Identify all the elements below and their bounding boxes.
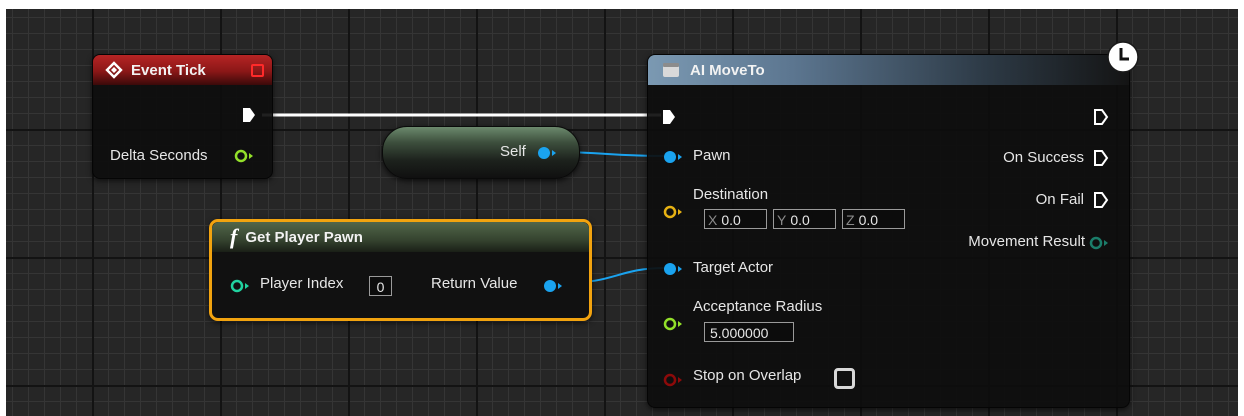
function-icon: f: [230, 224, 238, 249]
destination-x-input[interactable]: X 0.0: [704, 209, 767, 229]
on-success-exec-pin[interactable]: [1093, 149, 1109, 172]
destination-x-value: 0.0: [721, 212, 741, 228]
ai-moveto-header[interactable]: AI MoveTo: [648, 55, 1129, 85]
acceptance-radius-value: 5.000000: [710, 325, 769, 341]
return-value-label: Return Value: [431, 275, 518, 292]
blueprint-graph-canvas[interactable]: Event Tick Delta Seconds Self f Get Play…: [6, 9, 1238, 416]
on-fail-exec-pin[interactable]: [1093, 191, 1109, 214]
movement-result-label: Movement Result: [968, 233, 1085, 250]
ai-moveto-node[interactable]: AI MoveTo Pawn Destination X 0.0 Y 0.0 Z 0.…: [647, 41, 1139, 408]
event-red-square-icon: [251, 64, 264, 77]
exec-input-pin[interactable]: [662, 109, 676, 130]
event-tick-title: Event Tick: [131, 61, 206, 79]
x-axis-label: X: [708, 212, 718, 228]
get-player-pawn-header[interactable]: f Get Player Pawn: [212, 222, 589, 252]
destination-label: Destination: [693, 186, 769, 203]
stop-on-overlap-pin[interactable]: [663, 372, 685, 393]
clock-icon: [1106, 40, 1140, 79]
exec-output-pin[interactable]: [242, 107, 256, 128]
event-tick-header[interactable]: Event Tick: [93, 55, 272, 85]
stop-on-overlap-checkbox[interactable]: [834, 368, 855, 389]
player-index-input[interactable]: 0: [369, 276, 392, 296]
ai-moveto-title: AI MoveTo: [690, 61, 765, 79]
on-success-label: On Success: [1003, 149, 1084, 166]
z-axis-label: Z: [846, 212, 855, 228]
self-output-pin[interactable]: [537, 145, 559, 166]
y-axis-label: Y: [777, 212, 787, 228]
pawn-pin[interactable]: [663, 149, 685, 170]
stop-on-overlap-label: Stop on Overlap: [693, 367, 802, 384]
acceptance-radius-pin[interactable]: [663, 316, 685, 337]
return-value-pin[interactable]: [543, 278, 565, 299]
self-label: Self: [500, 143, 526, 160]
target-actor-pin[interactable]: [663, 261, 685, 282]
destination-y-input[interactable]: Y 0.0: [773, 209, 836, 229]
destination-z-input[interactable]: Z 0.0: [842, 209, 905, 229]
exec-output-pin[interactable]: [1093, 108, 1109, 131]
get-player-pawn-title: Get Player Pawn: [245, 228, 363, 246]
self-node[interactable]: Self: [382, 126, 580, 179]
on-fail-label: On Fail: [1035, 191, 1084, 208]
destination-pin[interactable]: [663, 204, 685, 225]
acceptance-radius-input[interactable]: 5.000000: [704, 322, 794, 342]
player-index-pin[interactable]: [230, 278, 252, 299]
delta-seconds-pin[interactable]: [234, 148, 256, 169]
function-box-icon: [662, 62, 680, 78]
movement-result-pin[interactable]: [1089, 235, 1111, 256]
destination-z-value: 0.0: [858, 212, 879, 228]
get-player-pawn-node[interactable]: f Get Player Pawn Player Index 0 Return …: [209, 219, 592, 321]
destination-y-value: 0.0: [790, 212, 810, 228]
event-tick-node[interactable]: Event Tick Delta Seconds: [92, 54, 273, 179]
player-index-value: 0: [376, 279, 385, 295]
player-index-label: Player Index: [260, 275, 344, 292]
target-actor-label: Target Actor: [693, 259, 774, 276]
event-diamond-icon: [105, 61, 123, 79]
acceptance-radius-label: Acceptance Radius: [693, 298, 823, 315]
pawn-label: Pawn: [693, 147, 731, 164]
delta-seconds-label: Delta Seconds: [110, 147, 208, 164]
